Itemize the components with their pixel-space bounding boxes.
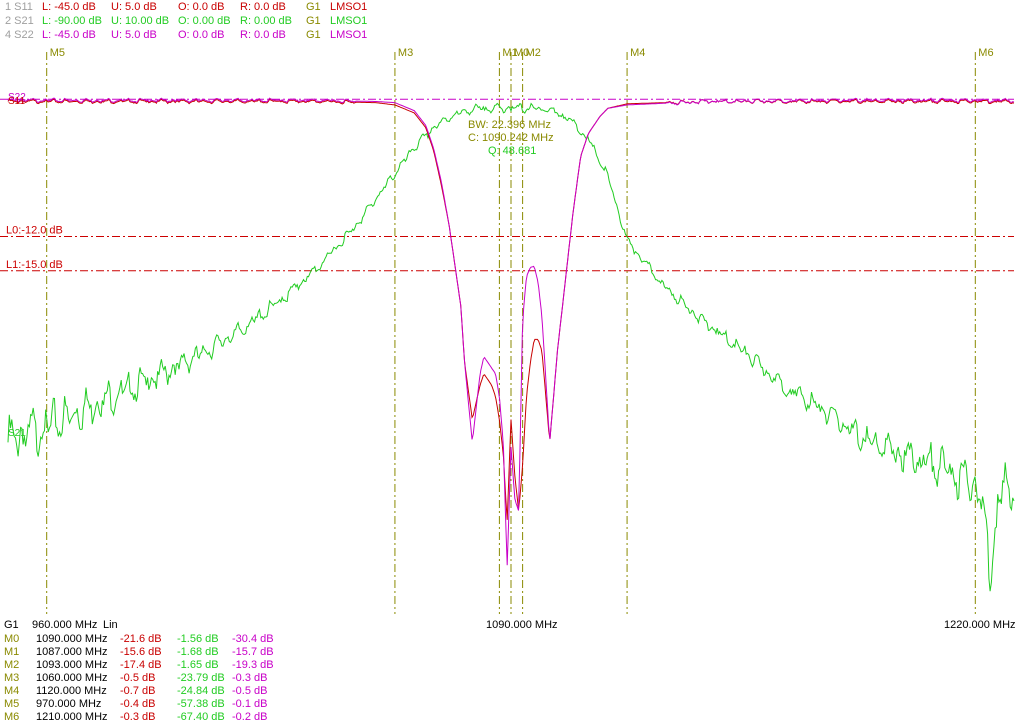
marker-cell-freq: 1120.000 MHz bbox=[36, 685, 107, 697]
marker-cell-s22: -0.2 dB bbox=[232, 711, 268, 723]
axis-row: G1 960.000 MHz Lin 1090.000 MHz 1220.000… bbox=[0, 619, 1020, 632]
marker-label-m6: M6 bbox=[978, 47, 993, 59]
marker-cell-s11: -0.7 dB bbox=[120, 685, 156, 697]
q-label: Q: 48.681 bbox=[488, 145, 536, 157]
marker-cell-s21: -1.68 dB bbox=[177, 646, 219, 658]
marker-label-m3: M3 bbox=[398, 47, 413, 59]
marker-cell-s22: -15.7 dB bbox=[232, 646, 274, 658]
x-scale-label: Lin bbox=[103, 619, 118, 631]
marker-readout-table: G1 960.000 MHz Lin 1090.000 MHz 1220.000… bbox=[0, 619, 1020, 726]
marker-row: M3 1060.000 MHz -0.5 dB -23.79 dB -0.3 dB bbox=[0, 672, 1020, 685]
marker-row: M2 1093.000 MHz -17.4 dB -1.65 dB -19.3 dB bbox=[0, 659, 1020, 672]
marker-cell-name: M6 bbox=[4, 711, 20, 723]
limit-label-1: L1:-15.0 dB bbox=[6, 259, 63, 271]
marker-cell-name: M3 bbox=[4, 672, 20, 684]
marker-cell-s11: -21.6 dB bbox=[120, 633, 162, 645]
marker-label-m2: M2 bbox=[526, 47, 541, 59]
marker-row: M5 970.000 MHz -0.4 dB -57.38 dB -0.1 dB bbox=[0, 698, 1020, 711]
marker-cell-s21: -1.65 dB bbox=[177, 659, 219, 671]
marker-cell-name: M0 bbox=[4, 633, 20, 645]
s-parameter-plot[interactable]: M5 M3 M1M0M2 M4 M6L0:-12.0 dBL1:-15.0 dBS22S… bbox=[0, 0, 1020, 628]
marker-cell-s11: -0.5 dB bbox=[120, 672, 156, 684]
marker-cell-s21: -23.79 dB bbox=[177, 672, 225, 684]
marker-cell-name: M5 bbox=[4, 698, 20, 710]
marker-cell-freq: 1093.000 MHz bbox=[36, 659, 108, 671]
bw-label: BW: 22.396 MHz bbox=[468, 119, 551, 131]
marker-row: M0 1090.000 MHz -21.6 dB -1.56 dB -30.4 dB bbox=[0, 633, 1020, 646]
marker-cell-name: M2 bbox=[4, 659, 20, 671]
marker-row: M4 1120.000 MHz -0.7 dB -24.84 dB -0.5 dB bbox=[0, 685, 1020, 698]
marker-cell-freq: 1087.000 MHz bbox=[36, 646, 108, 658]
marker-label-m4: M4 bbox=[630, 47, 645, 59]
marker-cell-freq: 1090.000 MHz bbox=[36, 633, 108, 645]
marker-cell-freq: 1210.000 MHz bbox=[36, 711, 108, 723]
marker-cell-s22: -0.3 dB bbox=[232, 672, 268, 684]
marker-cell-name: M1 bbox=[4, 646, 20, 658]
marker-cell-s21: -57.38 dB bbox=[177, 698, 225, 710]
x-start-label: 960.000 MHz bbox=[32, 619, 98, 631]
trace-label-s11: S11 bbox=[8, 96, 25, 107]
marker-cell-s22: -19.3 dB bbox=[232, 659, 274, 671]
marker-cell-s11: -0.4 dB bbox=[120, 698, 156, 710]
marker-cell-s22: -30.4 dB bbox=[232, 633, 274, 645]
marker-cell-freq: 970.000 MHz bbox=[36, 698, 102, 710]
marker-cell-s22: -0.5 dB bbox=[232, 685, 268, 697]
marker-cell-s11: -17.4 dB bbox=[120, 659, 162, 671]
trace-label-s21: S21 bbox=[8, 428, 26, 439]
marker-row: M1 1087.000 MHz -15.6 dB -1.68 dB -15.7 dB bbox=[0, 646, 1020, 659]
x-stop-label: 1220.000 MHz bbox=[944, 619, 1016, 631]
x-center-label: 1090.000 MHz bbox=[486, 619, 558, 631]
limit-label-0: L0:-12.0 dB bbox=[6, 224, 63, 236]
marker-cell-s21: -24.84 dB bbox=[177, 685, 225, 697]
marker-cell-name: M4 bbox=[4, 685, 20, 697]
marker-row: M6 1210.000 MHz -0.3 dB -67.40 dB -0.2 dB bbox=[0, 711, 1020, 724]
center-label: C: 1090.242 MHz bbox=[468, 132, 554, 144]
marker-cell-s11: -15.6 dB bbox=[120, 646, 162, 658]
marker-cell-s11: -0.3 dB bbox=[120, 711, 156, 723]
marker-cell-freq: 1060.000 MHz bbox=[36, 672, 108, 684]
group-label: G1 bbox=[4, 619, 19, 631]
marker-label-m5: M5 bbox=[50, 47, 65, 59]
marker-cell-s22: -0.1 dB bbox=[232, 698, 268, 710]
marker-cell-s21: -1.56 dB bbox=[177, 633, 219, 645]
marker-cell-s21: -67.40 dB bbox=[177, 711, 225, 723]
